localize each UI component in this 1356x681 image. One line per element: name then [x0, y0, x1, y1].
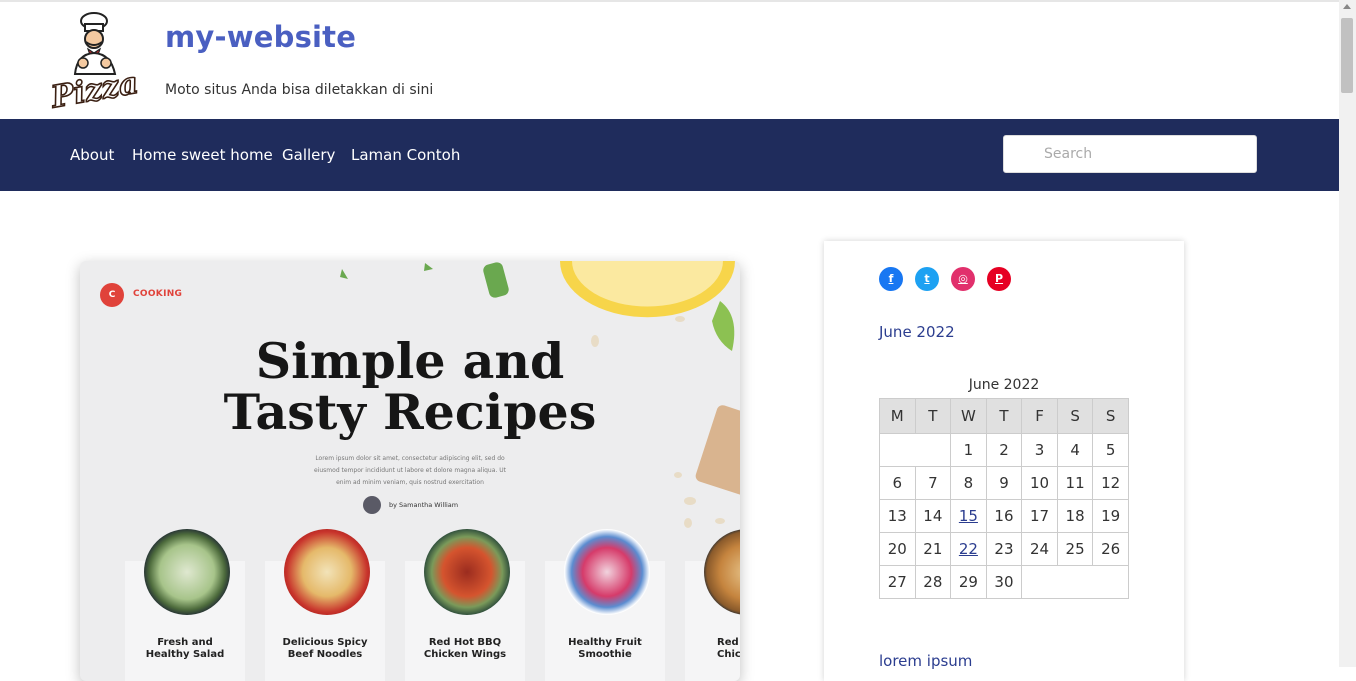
nav-item-laman-contoh[interactable]: Laman Contoh: [351, 146, 460, 164]
calendar-day: 11: [1056, 466, 1094, 500]
nav-item-home-sweet-home[interactable]: Home sweet home: [132, 146, 273, 164]
calendar-day: 4: [1056, 433, 1094, 467]
calendar-empty-cell: [1021, 565, 1129, 599]
sidebar: f t ◎ P June 2022 June 2022 M T W T F S …: [824, 241, 1184, 681]
weekday-header: M: [879, 398, 916, 434]
recipe-name: Healthy Fruit Smoothie: [568, 637, 642, 660]
salad-plate-icon: [144, 529, 230, 615]
search-box[interactable]: [1003, 135, 1257, 173]
calendar-empty-cell: [878, 433, 952, 467]
calendar-week-row: 1 2 3 4 5: [878, 433, 1129, 467]
site-header: Pizza my-website Moto situs Anda bisa di…: [0, 2, 1339, 119]
recipe-name: Fresh and Healthy Salad: [145, 637, 225, 660]
pinterest-icon[interactable]: P: [987, 267, 1011, 291]
hero-description: Lorem ipsum dolor sit amet, consectetur …: [314, 455, 506, 486]
smoothie-bowl-icon: [564, 529, 650, 615]
calendar-day: 30: [985, 565, 1023, 599]
calendar-day: 23: [985, 532, 1023, 566]
recipe-name: Red Hot BBQ Chicken Wings: [423, 637, 507, 660]
calendar-day-linked: 15: [950, 499, 987, 533]
brand-badge: C: [100, 283, 124, 307]
recipe-name: RedChick: [717, 637, 740, 660]
twitter-icon[interactable]: t: [915, 267, 939, 291]
recipe-name: Delicious Spicy Beef Noodles: [282, 637, 368, 660]
search-input[interactable]: [1044, 146, 1244, 162]
calendar-day: 16: [985, 499, 1023, 533]
calendar-day: 5: [1092, 433, 1129, 467]
calendar-table: M T W T F S S 1 2 3 4 5 6 7 8 9 10 11 12…: [878, 398, 1129, 599]
hero-title-line-1: Simple and: [255, 332, 565, 390]
calendar-weekday-row: M T W T F S S: [879, 398, 1129, 434]
calendar-day: 7: [914, 466, 952, 500]
site-logo[interactable]: Pizza: [45, 8, 145, 116]
calendar-day: 10: [1021, 466, 1058, 500]
chicken-wings-plate-icon: [424, 529, 510, 615]
site-title[interactable]: my-website: [165, 20, 356, 54]
site-tagline: Moto situs Anda bisa diletakkan di sini: [165, 82, 434, 98]
calendar-day: 20: [879, 532, 916, 566]
calendar-week-row: 27 28 29 30: [879, 565, 1129, 599]
recent-post-link[interactable]: lorem ipsum: [879, 652, 972, 670]
calendar-day: 12: [1092, 466, 1129, 500]
weekday-header: W: [950, 398, 987, 434]
calendar-caption: June 2022: [968, 377, 1040, 393]
calendar-day: 18: [1056, 499, 1094, 533]
instagram-icon[interactable]: ◎: [951, 267, 975, 291]
author-avatar: [363, 496, 381, 514]
page-scrollbar[interactable]: [1339, 0, 1356, 667]
calendar-day-link-22[interactable]: 22: [959, 540, 978, 558]
calendar-day: 21: [914, 532, 952, 566]
calendar-day-linked: 22: [950, 532, 987, 566]
scroll-up-arrow-icon[interactable]: [1343, 4, 1351, 9]
calendar-day-link-15[interactable]: 15: [959, 507, 978, 525]
weekday-header: F: [1021, 398, 1058, 434]
calendar-week-row: 13 14 15 16 17 18 19: [879, 499, 1129, 533]
noodle-bowl-icon: [284, 529, 370, 615]
calendar-day: 19: [1092, 499, 1129, 533]
weekday-header: T: [985, 398, 1023, 434]
calendar-day: 24: [1021, 532, 1058, 566]
calendar-day: 27: [879, 565, 916, 599]
featured-image[interactable]: C COOKING Simple and Tasty Recipes Lorem…: [80, 261, 740, 681]
calendar-week-row: 6 7 8 9 10 11 12: [879, 466, 1129, 500]
calendar-day: 3: [1021, 433, 1058, 467]
calendar-day: 9: [985, 466, 1023, 500]
calendar-day: 26: [1092, 532, 1129, 566]
brand-name: COOKING: [133, 289, 183, 299]
weekday-header: S: [1056, 398, 1094, 434]
weekday-header: T: [914, 398, 952, 434]
chef-logo-icon: Pizza: [47, 12, 142, 116]
calendar-day: 8: [950, 466, 987, 500]
calendar-day: 17: [1021, 499, 1058, 533]
calendar-day: 6: [879, 466, 916, 500]
archive-link-june-2022[interactable]: June 2022: [879, 323, 955, 341]
hero-title-line-2: Tasty Recipes: [223, 383, 597, 441]
calendar-day: 28: [914, 565, 952, 599]
main-navigation: About Home sweet home Gallery Laman Cont…: [0, 119, 1339, 191]
calendar-day: 25: [1056, 532, 1094, 566]
facebook-icon[interactable]: f: [879, 267, 903, 291]
weekday-header: S: [1092, 398, 1129, 434]
calendar-week-row: 20 21 22 23 24 25 26: [879, 532, 1129, 566]
logo-wordmark: Pizza: [48, 66, 141, 112]
calendar-day: 1: [950, 433, 987, 467]
nav-item-about[interactable]: About: [70, 146, 114, 164]
nav-item-gallery[interactable]: Gallery: [282, 146, 335, 164]
calendar-day: 29: [950, 565, 987, 599]
calendar-day: 2: [985, 433, 1023, 467]
scrollbar-thumb[interactable]: [1341, 18, 1353, 93]
calendar-day: 13: [879, 499, 916, 533]
author-name: by Samantha William: [389, 501, 459, 509]
calendar-day: 14: [914, 499, 952, 533]
